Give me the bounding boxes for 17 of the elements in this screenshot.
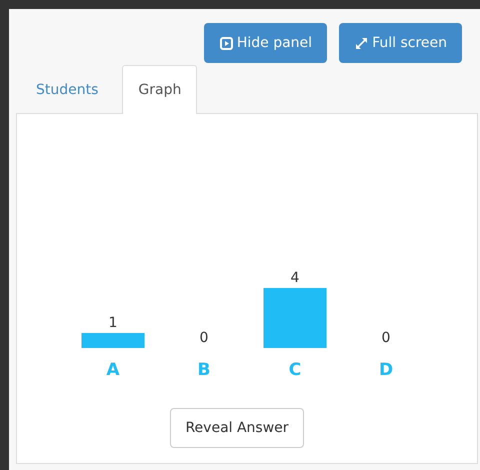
tab[interactable]: Students (20, 65, 114, 113)
value-label: 1 (108, 315, 118, 331)
tab[interactable]: Graph (122, 65, 198, 114)
category-label: D (378, 360, 394, 380)
full-screen-button[interactable]: Full screen (339, 23, 462, 63)
play-box-icon (220, 36, 233, 50)
hide-panel-button[interactable]: Hide panel (204, 23, 328, 63)
value-label: 0 (200, 330, 208, 346)
value-label: 4 (290, 270, 300, 286)
expand-arrows-icon (355, 36, 368, 50)
value-label: 0 (382, 330, 390, 346)
category-label: A (106, 360, 120, 380)
category-label: B (198, 360, 210, 380)
bar (264, 288, 326, 348)
bar (82, 333, 144, 348)
reveal-answer-button[interactable]: Reveal Answer (170, 408, 304, 448)
category-label: C (288, 360, 302, 380)
